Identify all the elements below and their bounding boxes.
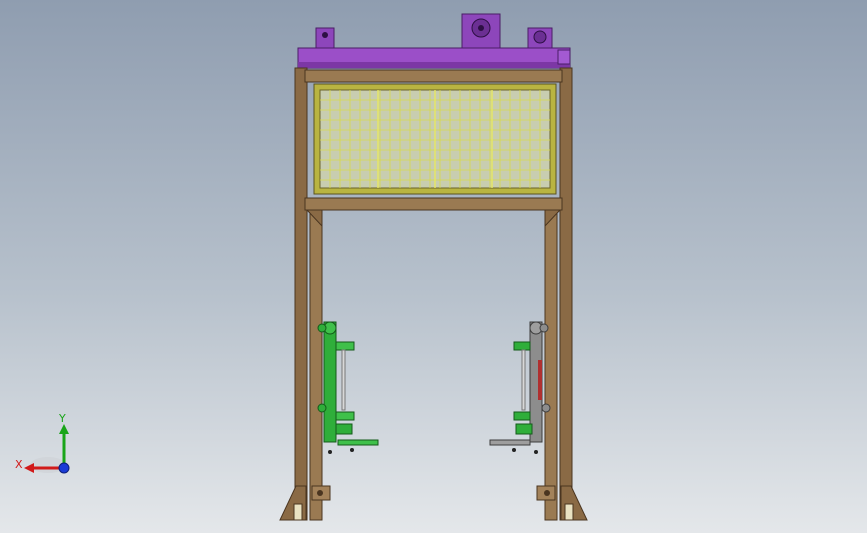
right-inner-post [544, 209, 558, 521]
plate-end-block [557, 49, 571, 65]
right-gripper[interactable] [489, 321, 551, 454]
left-outer-post [294, 67, 308, 521]
z-axis-dot [58, 462, 70, 474]
y-axis-arrowhead [59, 424, 69, 434]
gear-motor-hub [478, 25, 484, 31]
left-gripper[interactable] [317, 321, 379, 454]
x-axis-arrowhead [24, 463, 34, 473]
top-beam [304, 69, 563, 83]
gantry-frame-model[interactable] [0, 0, 867, 533]
y-axis-label: Y [58, 412, 66, 425]
right-outer-post [559, 67, 573, 521]
coordinate-triad: Y X [15, 412, 70, 474]
top-plate-edge [298, 62, 570, 68]
x-axis-label: X [15, 458, 23, 471]
cad-viewport[interactable]: Y X [0, 0, 867, 533]
middle-beam [304, 197, 563, 211]
motor-mount-wheel [533, 30, 547, 44]
left-inner-post [309, 209, 323, 521]
left-bracket-hole [322, 32, 328, 38]
